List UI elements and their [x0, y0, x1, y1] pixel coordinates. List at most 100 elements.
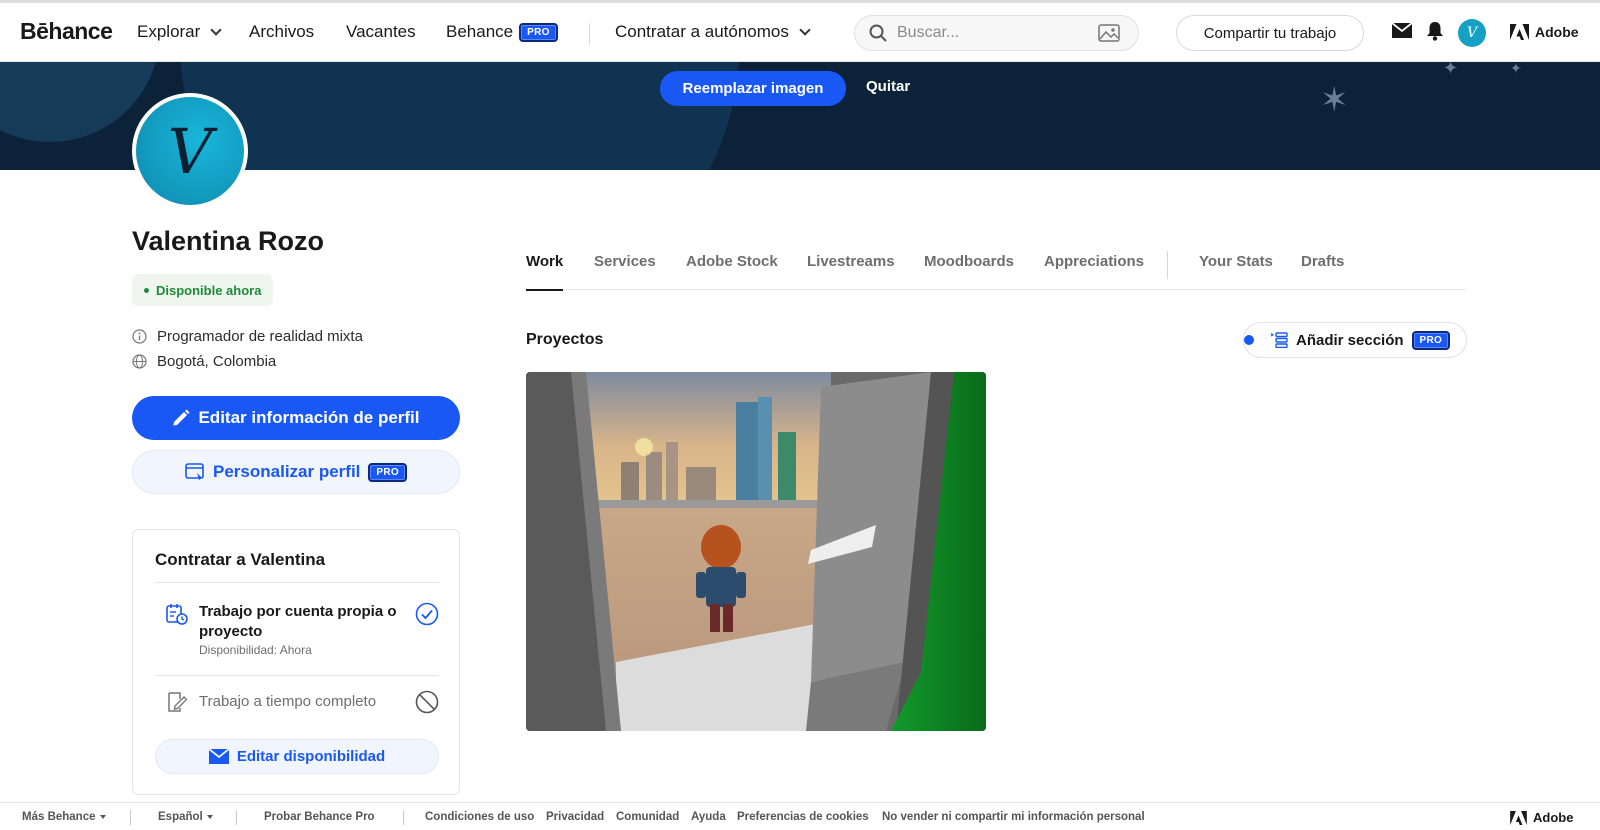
search-icon	[869, 24, 887, 42]
project-thumbnail[interactable]	[526, 372, 986, 731]
bell-icon[interactable]	[1427, 22, 1443, 41]
footer-privacy[interactable]: Privacidad	[546, 811, 604, 823]
footer-divider	[403, 810, 404, 825]
nav-behance-pro[interactable]: Behance PRO	[446, 22, 558, 42]
project-image	[526, 372, 986, 731]
tab-work[interactable]: Work	[526, 253, 564, 291]
pencil-icon	[173, 409, 190, 426]
tab-services[interactable]: Services	[594, 253, 656, 270]
freelance-label: Trabajo por cuenta propia o proyecto	[199, 603, 397, 640]
fulltime-option[interactable]: Trabajo a tiempo completo	[155, 690, 439, 716]
add-section-label: Añadir sección	[1296, 331, 1404, 349]
caret-down-icon	[206, 815, 213, 819]
hire-card-title: Contratar a Valentina	[155, 550, 326, 569]
share-work-button[interactable]: Compartir tu trabajo	[1176, 15, 1364, 51]
nav-hire-freelancers[interactable]: Contratar a autónomos	[615, 22, 811, 42]
user-avatar[interactable]: V	[1458, 19, 1486, 47]
footer-cookies[interactable]: Preferencias de cookies	[737, 811, 869, 823]
sparkle-icon: ✶	[1320, 81, 1349, 119]
nav-behance-label: Behance	[446, 22, 514, 41]
add-section-button[interactable]: Añadir sección PRO	[1243, 322, 1467, 358]
pro-badge: PRO	[1411, 330, 1451, 350]
check-circle-icon	[415, 602, 439, 626]
location-row: Bogotá, Colombia	[132, 353, 276, 370]
behance-logo[interactable]: Bēhance	[20, 18, 113, 45]
footer-terms[interactable]: Condiciones de uso	[425, 811, 534, 823]
footer-language[interactable]: Español	[158, 811, 213, 823]
occupation-row: Programador de realidad mixta	[132, 328, 363, 345]
edit-profile-label: Editar información de perfil	[198, 408, 420, 427]
footer-do-not-sell[interactable]: No vender ni compartir mi información pe…	[882, 811, 1145, 823]
avatar-image: V	[136, 97, 244, 205]
profile-name: Valentina Rozo	[132, 226, 325, 256]
tab-appreciations[interactable]: Appreciations	[1044, 253, 1144, 270]
tab-moodboards[interactable]: Moodboards	[924, 253, 1014, 270]
fulltime-label: Trabajo a tiempo completo	[199, 693, 377, 710]
calendar-clock-icon	[166, 604, 188, 625]
tab-your-stats[interactable]: Your Stats	[1199, 253, 1273, 270]
profile-tabs: Work Services Adobe Stock Livestreams Mo…	[526, 245, 1466, 291]
nav-hire-label: Contratar a autónomos	[615, 22, 789, 41]
divider	[155, 582, 439, 583]
footer-divider	[236, 810, 237, 825]
customize-label: Personalizar perfil	[213, 462, 361, 481]
nav-explore[interactable]: Explorar	[137, 22, 222, 42]
tab-drafts[interactable]: Drafts	[1301, 253, 1344, 270]
nav-files[interactable]: Archivos	[249, 22, 314, 42]
notification-dot	[1244, 335, 1254, 345]
adobe-logo-icon	[1510, 810, 1527, 825]
adobe-label: Adobe	[1535, 24, 1579, 40]
edit-profile-button[interactable]: Editar información de perfil	[132, 396, 460, 440]
customize-profile-button[interactable]: Personalizar perfil PRO	[132, 450, 460, 494]
pro-badge: PRO	[519, 22, 558, 42]
availability-badge: Disponible ahora	[132, 274, 274, 306]
profile-avatar[interactable]: V	[132, 93, 248, 209]
section-list-icon	[1270, 332, 1288, 348]
contract-pen-icon	[168, 692, 188, 712]
location-text: Bogotá, Colombia	[157, 353, 277, 370]
occupation-text: Programador de realidad mixta	[157, 328, 363, 345]
replace-image-button[interactable]: Reemplazar imagen	[660, 71, 846, 106]
adobe-link[interactable]: Adobe	[1510, 24, 1579, 40]
freelance-option[interactable]: Trabajo por cuenta propia o proyecto Dis…	[155, 602, 439, 666]
pro-badge: PRO	[368, 462, 407, 482]
divider	[155, 675, 439, 676]
footer-help[interactable]: Ayuda	[691, 811, 726, 823]
edit-availability-button[interactable]: Editar disponibilidad	[155, 739, 439, 774]
projects-heading: Proyectos	[526, 331, 604, 348]
remove-image-button[interactable]: Quitar	[866, 78, 910, 95]
hire-card: Contratar a Valentina Trabajo por cuenta…	[132, 529, 460, 795]
banner-shape	[180, 62, 740, 170]
mail-icon[interactable]	[1392, 23, 1412, 38]
search-bar[interactable]	[854, 15, 1139, 51]
footer-divider	[130, 810, 131, 825]
edit-availability-label: Editar disponibilidad	[236, 748, 386, 765]
sparkle-icon: ✦	[1510, 62, 1522, 76]
tab-divider	[1167, 251, 1168, 279]
footer-adobe[interactable]: Adobe	[1510, 810, 1573, 825]
search-input[interactable]	[897, 24, 1087, 42]
freelance-availability: Disponibilidad: Ahora	[199, 643, 312, 657]
customize-icon	[185, 463, 204, 480]
footer-community[interactable]: Comunidad	[616, 811, 679, 823]
chevron-down-icon	[799, 24, 811, 36]
caret-down-icon	[99, 815, 106, 819]
nav-jobs[interactable]: Vacantes	[346, 22, 416, 42]
footer-try-pro[interactable]: Probar Behance Pro	[264, 811, 375, 823]
footer: Más Behance Español Probar Behance Pro C…	[0, 802, 1600, 830]
top-nav: Bēhance Explorar Archivos Vacantes Behan…	[0, 3, 1600, 62]
footer-language-label: Español	[158, 811, 203, 823]
footer-more-behance[interactable]: Más Behance	[22, 811, 106, 823]
nav-divider	[589, 23, 590, 45]
nav-explore-label: Explorar	[137, 22, 201, 41]
globe-icon	[132, 354, 147, 369]
footer-more-label: Más Behance	[22, 811, 96, 823]
adobe-logo-icon	[1510, 24, 1529, 40]
chevron-down-icon	[210, 24, 222, 36]
mail-icon	[208, 749, 229, 764]
unavailable-icon	[415, 690, 439, 714]
tab-adobe-stock[interactable]: Adobe Stock	[686, 253, 778, 270]
footer-adobe-label: Adobe	[1533, 810, 1574, 825]
tab-livestreams[interactable]: Livestreams	[807, 253, 895, 270]
image-search-icon[interactable]	[1098, 24, 1120, 42]
